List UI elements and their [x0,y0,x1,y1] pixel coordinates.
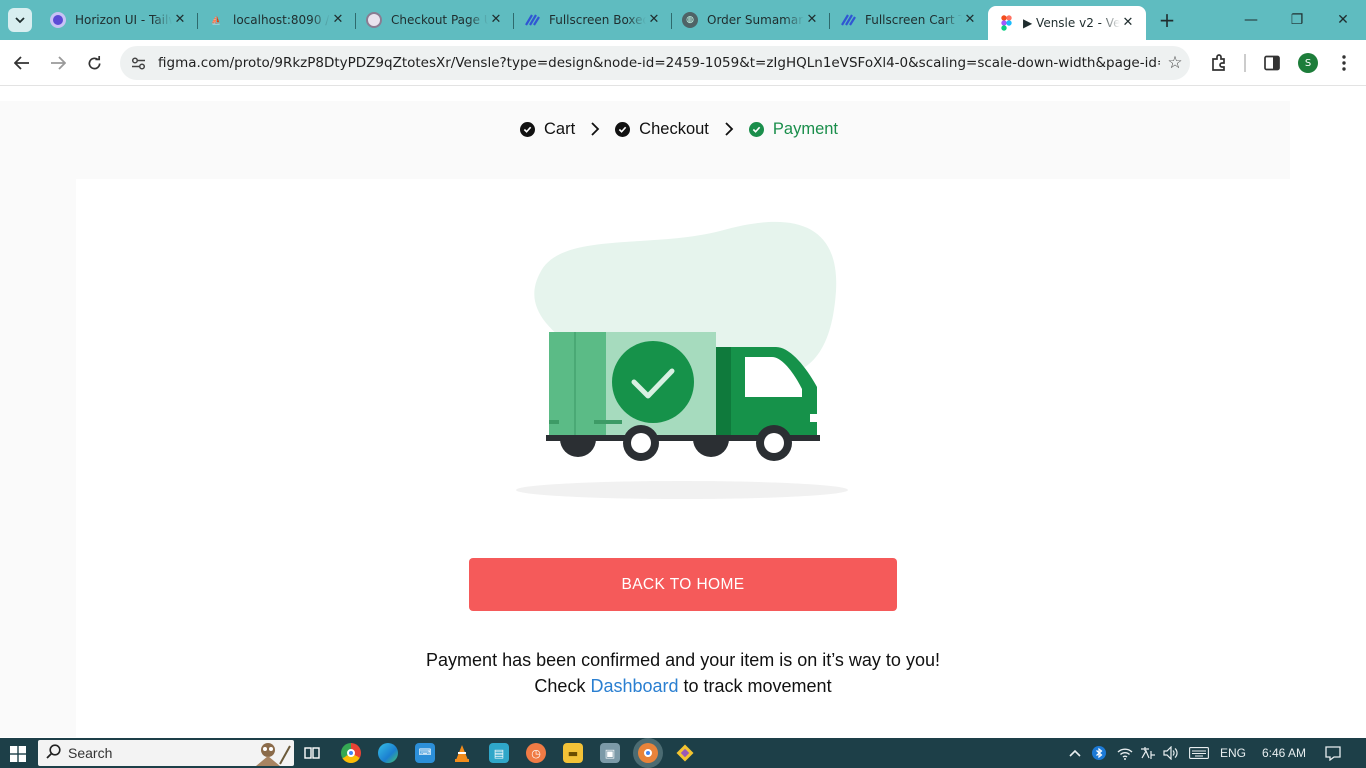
close-icon[interactable]: ✕ [804,12,820,28]
search-label: Search [68,745,113,761]
tailgrids-icon [524,12,540,28]
close-icon[interactable]: ✕ [172,12,188,28]
profile-avatar[interactable]: S [1298,53,1318,73]
browser-tab-strip: Horizon UI - Tailwind ✕ ⛵ localhost:8090… [0,0,1366,40]
browser-tab[interactable]: Fullscreen Cart Table ✕ [830,6,988,34]
figma-icon [998,15,1014,31]
step-label: Checkout [639,119,709,138]
back-to-home-button[interactable]: BACK TO HOME [469,558,897,611]
side-panel-icon[interactable] [1261,52,1283,74]
close-icon[interactable]: ✕ [1120,15,1136,31]
browser-tab[interactable]: Horizon UI - Tailwind ✕ [40,6,198,34]
taskbar-search-box[interactable]: Search [38,740,294,766]
chevron-down-icon [15,16,25,23]
task-view-icon[interactable] [302,743,322,763]
browser-tab[interactable]: Fullscreen Boxed Cart ✕ [514,6,672,34]
toolbar-divider [1244,54,1246,72]
close-icon[interactable]: ✕ [962,12,978,28]
restore-button[interactable]: ❐ [1274,0,1320,40]
close-icon[interactable]: ✕ [488,12,504,28]
vlc-app-icon[interactable] [452,743,472,763]
language-indicator[interactable]: ENG [1218,738,1248,768]
tab-search-button[interactable] [8,8,32,32]
site-settings-icon[interactable] [124,49,152,77]
message-text: Check [534,676,591,696]
file-explorer-icon[interactable]: ▬ [563,743,583,763]
photos-app-icon[interactable]: ▣ [600,743,620,763]
step-checkout: Checkout [615,120,709,139]
tab-title: localhost:8090 / [233,13,330,27]
wifi-icon[interactable] [1115,738,1135,768]
chevron-right-icon [725,122,734,136]
windows-taskbar: Search ⌨ ▤ ◷ ▬ ▣ ENG 6:46 AM [0,738,1366,768]
search-highlight-icon [256,743,291,766]
step-label: Payment [772,119,839,138]
globe-icon: ◍ [682,12,698,28]
forward-button[interactable] [44,49,72,77]
git-app-icon[interactable] [675,743,695,763]
keyboard-app-icon[interactable]: ⌨ [415,743,435,763]
page-viewport: Cart Checkout Payment BACK TO HOME Payme… [0,87,1366,737]
back-button[interactable] [8,49,36,77]
bluetooth-icon[interactable] [1090,738,1108,768]
minimize-button[interactable]: — [1228,0,1274,40]
step-label: Cart [544,119,576,138]
url-text[interactable]: figma.com/proto/9RkzP8DtyPDZ9qZtotesXr/V… [158,55,1160,71]
chrome-active-app-icon[interactable] [638,743,658,763]
windows-start-icon[interactable] [10,746,26,762]
chevron-right-icon [591,122,600,136]
tab-title: Fullscreen Boxed Cart [549,13,646,27]
volume-icon[interactable] [1161,738,1181,768]
browser-tab-active[interactable]: ▶ Vensle v2 - Vensle ✕ [988,6,1146,40]
edge-app-icon[interactable] [378,743,398,763]
chrome-app-icon[interactable] [341,743,361,763]
close-icon[interactable]: ✕ [330,12,346,28]
message-text: to track movement [678,676,832,696]
browser-tab[interactable]: ⛵ localhost:8090 / ✕ [198,6,356,34]
tab-title: ▶ Vensle v2 - Vensle [1023,16,1120,30]
notes-app-icon[interactable]: ▤ [489,743,509,763]
touch-keyboard-icon[interactable] [1187,738,1211,768]
check-circle-icon [520,121,535,137]
check-circle-icon [615,121,631,137]
dashboard-link[interactable]: Dashboard [590,676,678,696]
close-icon[interactable]: ✕ [646,12,662,28]
reload-button[interactable] [80,49,108,77]
bookmark-star-icon[interactable]: ☆ [1160,53,1190,73]
tab-list: Horizon UI - Tailwind ✕ ⛵ localhost:8090… [40,6,1182,40]
track-movement-message: Check Dashboard to track movement [0,676,1366,697]
address-bar[interactable]: figma.com/proto/9RkzP8DtyPDZ9qZtotesXr/V… [120,46,1190,80]
tab-title: Order Sumamary [707,13,804,27]
browser-tab[interactable]: ◍ Order Sumamary ✕ [672,6,830,34]
browser-toolbar: figma.com/proto/9RkzP8DtyPDZ9qZtotesXr/V… [0,40,1366,86]
tab-title: Fullscreen Cart Table [865,13,962,27]
reload-icon [88,55,100,69]
step-cart: Cart [520,120,575,139]
arrow-right-icon [51,56,66,70]
confirmation-message: Payment has been confirmed and your item… [426,650,940,670]
checkout-stepper: Cart Checkout Payment [520,117,838,141]
tab-title: Checkout Page UI [391,13,488,27]
tray-overflow-icon[interactable] [1066,738,1084,768]
tailgrids-icon [840,12,856,28]
new-tab-button[interactable]: + [1152,6,1182,34]
browser-tab[interactable]: Checkout Page UI ✕ [356,6,514,34]
check-circle-icon [748,121,764,137]
horizon-icon [50,12,66,28]
extensions-icon[interactable] [1208,52,1230,74]
phpmyadmin-icon: ⛵ [211,15,221,25]
clock[interactable]: 6:46 AM [1256,738,1312,768]
close-window-button[interactable]: ✕ [1320,0,1366,40]
dribbble-icon [366,12,382,28]
search-icon [38,743,68,763]
delivery-truck-illustration [516,221,848,499]
clock-app-icon[interactable]: ◷ [526,743,546,763]
tab-title: Horizon UI - Tailwind [75,13,172,27]
arrow-left-icon [14,56,29,70]
notification-icon[interactable] [1322,738,1344,768]
step-payment: Payment [748,119,839,139]
ime-icon[interactable] [1138,738,1158,768]
more-menu-icon[interactable] [1333,52,1355,74]
